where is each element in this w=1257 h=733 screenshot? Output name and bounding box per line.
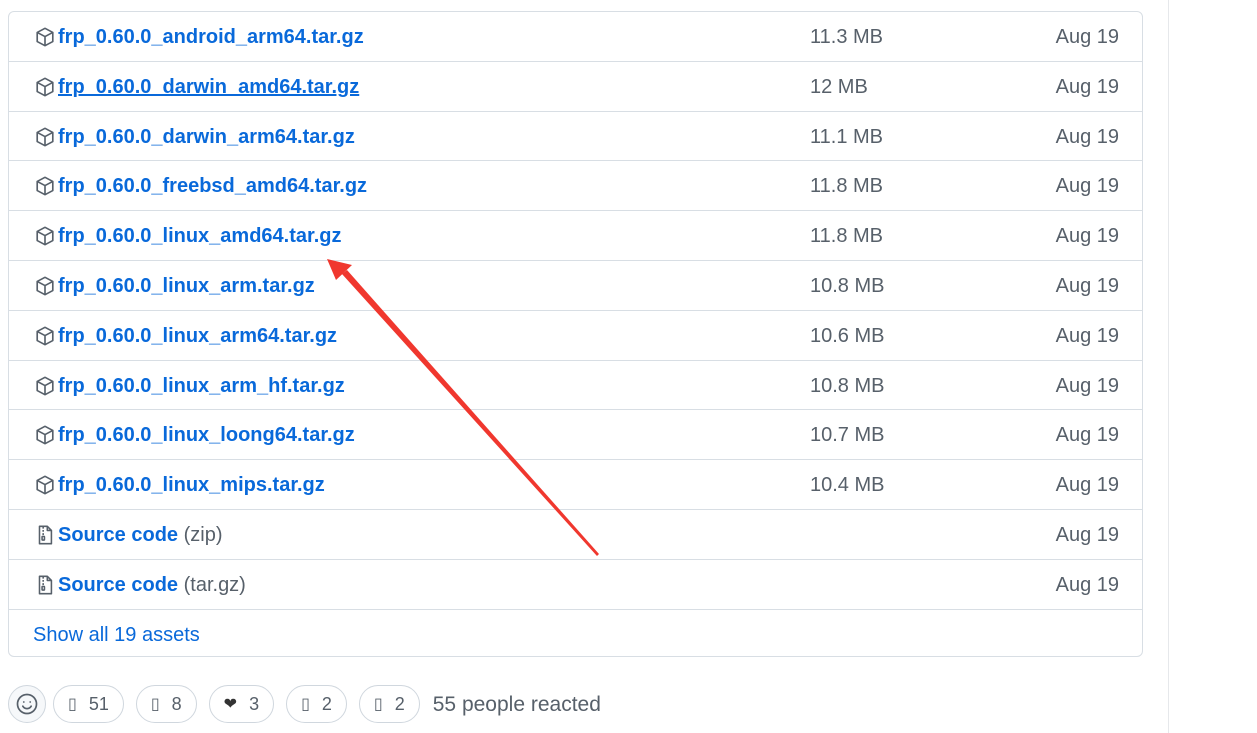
asset-row: frp_0.60.0_linux_amd64.tar.gz 11.8 MB Au…: [9, 211, 1142, 261]
package-icon: [33, 423, 57, 447]
asset-date: Aug 19: [1055, 424, 1119, 447]
package-icon: [33, 473, 57, 497]
package-icon: [33, 25, 57, 49]
asset-link[interactable]: frp_0.60.0_darwin_amd64.tar.gz: [58, 74, 359, 100]
source-code-zip-link[interactable]: Source code (zip): [58, 522, 223, 548]
source-code-targz-link[interactable]: Source code (tar.gz): [58, 572, 246, 598]
reaction-rocket[interactable]: ▯ 2: [286, 685, 347, 723]
eyes-icon: ▯: [373, 696, 383, 713]
package-icon: [33, 125, 57, 149]
reactions-summary: 55 people reacted: [432, 693, 601, 716]
asset-row: frp_0.60.0_linux_arm_hf.tar.gz 10.8 MB A…: [9, 361, 1142, 411]
package-icon: [33, 324, 57, 348]
reaction-count: 2: [321, 693, 332, 714]
asset-size: 12 MB: [810, 75, 868, 98]
reaction-thumbs-up[interactable]: ▯ 51: [53, 685, 124, 723]
page-divider: [1168, 0, 1169, 733]
asset-link[interactable]: frp_0.60.0_linux_amd64.tar.gz: [58, 223, 341, 249]
asset-link[interactable]: frp_0.60.0_linux_arm64.tar.gz: [58, 323, 337, 349]
asset-date: Aug 19: [1055, 175, 1119, 198]
asset-size: 11.8 MB: [810, 175, 883, 198]
source-code-row: Source code (zip) Aug 19: [9, 510, 1142, 560]
reaction-eyes[interactable]: ▯ 2: [358, 685, 420, 723]
asset-link[interactable]: frp_0.60.0_linux_arm_hf.tar.gz: [58, 373, 345, 399]
package-icon: [33, 75, 57, 99]
asset-date: Aug 19: [1055, 274, 1119, 297]
package-icon: [33, 224, 57, 248]
asset-date: Aug 19: [1055, 75, 1119, 98]
asset-size: 10.6 MB: [810, 324, 885, 347]
asset-size: 11.1 MB: [810, 125, 883, 148]
asset-date: Aug 19: [1055, 474, 1119, 497]
asset-size: 10.7 MB: [810, 424, 885, 447]
asset-row: frp_0.60.0_darwin_amd64.tar.gz 12 MB Aug…: [9, 62, 1142, 112]
asset-date: Aug 19: [1055, 523, 1119, 546]
smiley-icon: [16, 693, 38, 715]
asset-size: 10.4 MB: [810, 474, 885, 497]
asset-row: frp_0.60.0_linux_arm.tar.gz 10.8 MB Aug …: [9, 261, 1142, 311]
source-code-row: Source code (tar.gz) Aug 19: [9, 560, 1142, 610]
asset-row: frp_0.60.0_linux_mips.tar.gz 10.4 MB Aug…: [9, 460, 1142, 510]
file-zip-icon: [33, 523, 57, 547]
asset-row: frp_0.60.0_linux_loong64.tar.gz 10.7 MB …: [9, 410, 1142, 461]
asset-row: frp_0.60.0_darwin_arm64.tar.gz 11.1 MB A…: [9, 112, 1142, 162]
source-code-label: Source code: [58, 573, 179, 596]
reaction-count: 51: [88, 693, 109, 714]
asset-date: Aug 19: [1055, 225, 1119, 248]
asset-size: 11.3 MB: [810, 26, 883, 48]
file-zip-icon: [33, 573, 57, 597]
hooray-icon: ▯: [150, 696, 160, 713]
show-all-assets-link[interactable]: Show all 19 assets: [33, 622, 200, 648]
package-icon: [33, 374, 57, 398]
reaction-count: 2: [394, 693, 405, 714]
asset-link[interactable]: frp_0.60.0_linux_arm.tar.gz: [58, 273, 315, 299]
reaction-heart[interactable]: ❤ 3: [208, 685, 275, 723]
source-code-format: (zip): [183, 523, 223, 546]
asset-link[interactable]: frp_0.60.0_linux_loong64.tar.gz: [58, 422, 355, 448]
asset-size: 10.8 MB: [810, 274, 885, 297]
package-icon: [33, 174, 57, 198]
asset-link[interactable]: frp_0.60.0_android_arm64.tar.gz: [58, 24, 364, 50]
asset-row: frp_0.60.0_linux_arm64.tar.gz 10.6 MB Au…: [9, 311, 1142, 361]
release-assets-list: frp_0.60.0_android_arm64.tar.gz 11.3 MB …: [8, 11, 1143, 657]
thumbs-up-icon: ▯: [68, 696, 77, 713]
reaction-count: 8: [171, 693, 182, 714]
reaction-count: 3: [249, 693, 260, 714]
asset-link[interactable]: frp_0.60.0_darwin_arm64.tar.gz: [58, 124, 355, 150]
add-reaction-button[interactable]: [8, 685, 46, 723]
heart-icon: ❤: [223, 696, 238, 713]
asset-date: Aug 19: [1055, 125, 1119, 148]
asset-row: frp_0.60.0_freebsd_amd64.tar.gz 11.8 MB …: [9, 161, 1142, 212]
show-all-row: Show all 19 assets: [9, 610, 1142, 656]
asset-date: Aug 19: [1055, 374, 1119, 397]
asset-size: 11.8 MB: [810, 225, 883, 248]
asset-link[interactable]: frp_0.60.0_freebsd_amd64.tar.gz: [58, 173, 367, 199]
source-code-format: (tar.gz): [183, 573, 246, 596]
reactions-bar: ▯ 51 ▯ 8 ❤ 3 ▯ 2 ▯ 2 55 people reacted: [8, 684, 601, 724]
source-code-label: Source code: [58, 523, 179, 546]
reaction-hooray[interactable]: ▯ 8: [135, 685, 197, 723]
asset-date: Aug 19: [1055, 573, 1119, 596]
asset-date: Aug 19: [1055, 26, 1119, 48]
rocket-icon: ▯: [301, 696, 310, 713]
asset-link[interactable]: frp_0.60.0_linux_mips.tar.gz: [58, 472, 325, 498]
package-icon: [33, 274, 57, 298]
asset-size: 10.8 MB: [810, 374, 885, 397]
asset-date: Aug 19: [1055, 324, 1119, 347]
asset-row: frp_0.60.0_android_arm64.tar.gz 11.3 MB …: [9, 12, 1142, 62]
